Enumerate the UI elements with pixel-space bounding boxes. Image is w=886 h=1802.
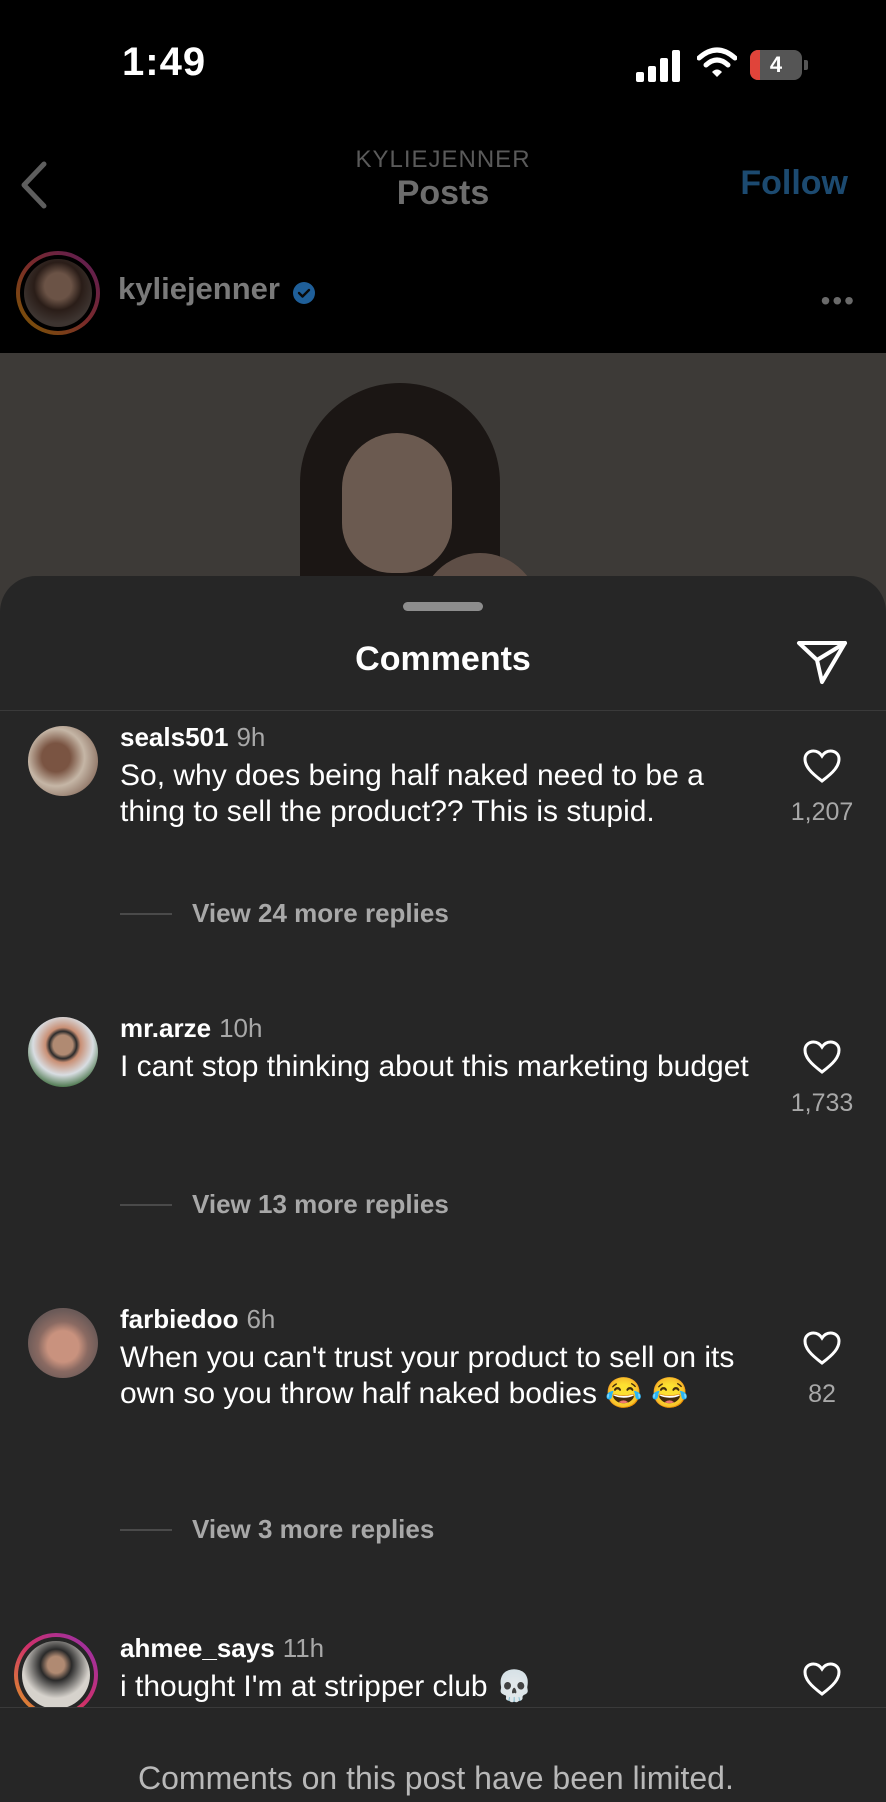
view-replies-label: View 13 more replies (192, 1189, 449, 1219)
like-count: 1,207 (790, 798, 854, 826)
comment-text: I cant stop thinking about this marketin… (120, 1050, 749, 1083)
comment-item: seals501 9h So, why does being half naked… (0, 718, 886, 988)
comment-item: farbiedoo 6h When you can't trust your pr… (0, 1300, 886, 1600)
avatar[interactable] (14, 1633, 98, 1717)
avatar[interactable] (28, 1308, 98, 1378)
comment-username[interactable]: seals501 9h (120, 722, 265, 753)
wifi-icon (697, 47, 737, 77)
view-replies-label: View 24 more replies (192, 898, 449, 928)
avatar[interactable] (28, 726, 98, 796)
share-icon[interactable] (796, 638, 848, 686)
status-time: 1:49 (122, 40, 207, 84)
post-username[interactable]: kyliejenner (118, 271, 280, 307)
battery-level: 4 (769, 52, 783, 77)
view-replies-button[interactable]: View 13 more replies (0, 1185, 886, 1225)
verified-badge-icon (293, 282, 315, 304)
more-options-button[interactable]: ••• (821, 285, 856, 317)
comment-username[interactable]: mr.arze 10h (120, 1013, 262, 1044)
battery-icon: 4 (750, 50, 810, 80)
like-count: 82 (808, 1380, 836, 1408)
signal-icon (636, 50, 680, 82)
heart-icon[interactable] (802, 1039, 842, 1075)
status-bar: 1:49 4 (0, 0, 886, 130)
comment-username[interactable]: ahmee_says 11h (120, 1633, 324, 1664)
post-header: kyliejenner ••• (0, 235, 886, 353)
comment-text: So, why does being half naked need to be… (120, 759, 704, 828)
avatar[interactable] (28, 1017, 98, 1087)
post-image (0, 353, 886, 613)
comment-time: 6h (246, 1304, 276, 1334)
view-replies-label: View 3 more replies (192, 1514, 435, 1544)
comment-username[interactable]: farbiedoo 6h (120, 1304, 275, 1335)
comments-limited-text: Comments on this post have been limited. (138, 1760, 734, 1796)
top-nav: KYLIEJENNER Posts Follow (0, 130, 886, 235)
sheet-divider (0, 710, 886, 711)
heart-icon[interactable] (802, 1661, 842, 1697)
post-avatar[interactable] (16, 251, 100, 335)
view-replies-button[interactable]: View 24 more replies (0, 894, 886, 934)
comment-text: i thought I'm at stripper club 💀 (120, 1670, 534, 1703)
heart-icon[interactable] (802, 1330, 842, 1366)
comment-text: When you can't trust your product to sel… (120, 1341, 735, 1410)
comment-item: mr.arze 10h I cant stop thinking about th… (0, 1009, 886, 1279)
comment-time: 9h (236, 722, 266, 752)
follow-button[interactable]: Follow (740, 164, 848, 203)
sheet-grabber[interactable] (403, 602, 483, 611)
comments-title: Comments (355, 640, 531, 678)
comments-limited-bar: Comments on this post have been limited. (0, 1707, 886, 1802)
comments-sheet: Comments seals501 9h So, why does being h… (0, 576, 886, 1801)
comment-time: 10h (219, 1013, 263, 1043)
heart-icon[interactable] (802, 748, 842, 784)
view-replies-button[interactable]: View 3 more replies (0, 1510, 886, 1550)
like-count: 1,733 (790, 1089, 854, 1117)
comment-time: 11h (282, 1633, 325, 1663)
